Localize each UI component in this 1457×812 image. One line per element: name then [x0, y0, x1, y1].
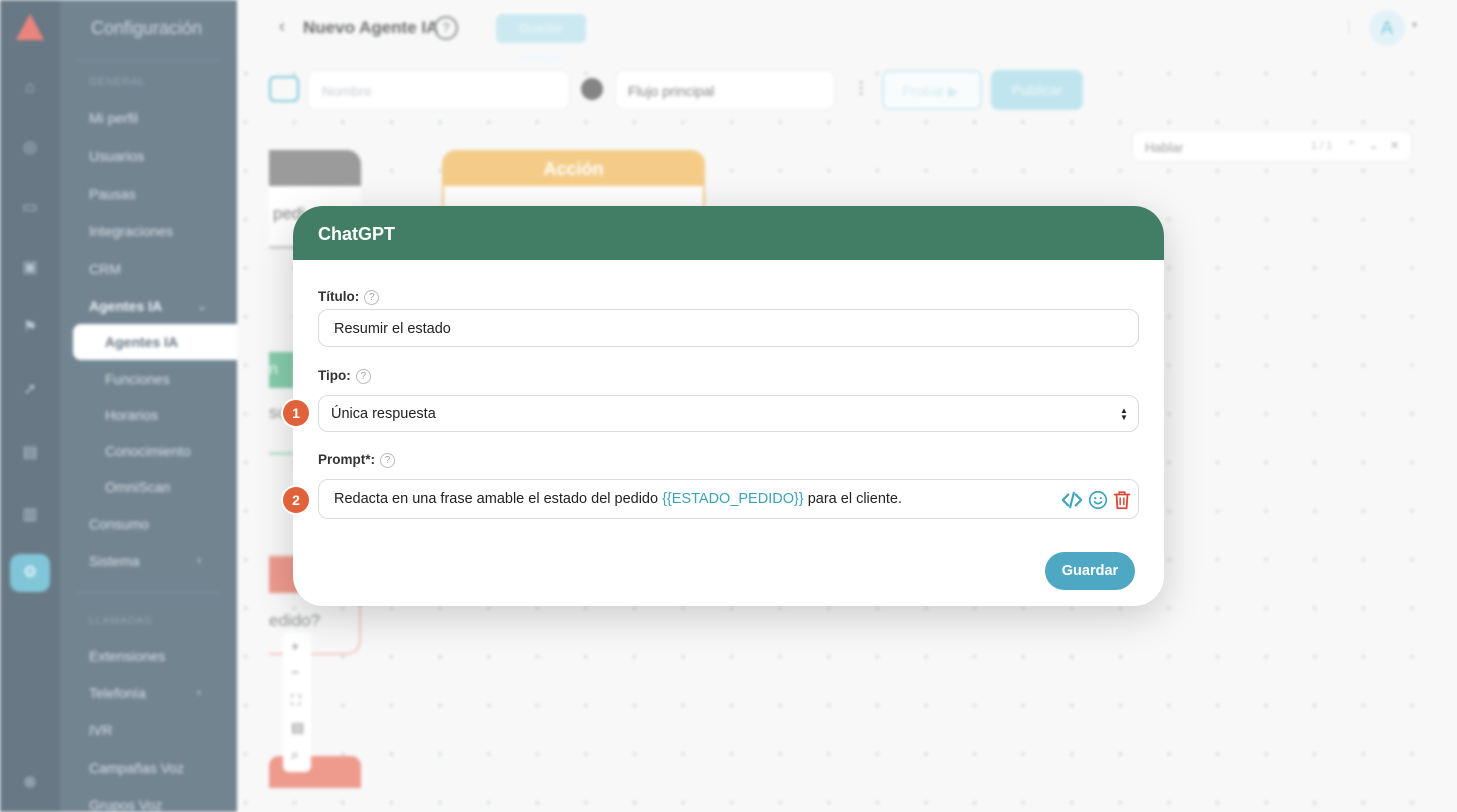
help-circle-icon[interactable]: ? — [380, 453, 395, 468]
chatgpt-modal: ChatGPT Título:? Resumir el estado Tipo:… — [293, 206, 1164, 606]
code-icon[interactable] — [1061, 489, 1083, 511]
help-circle-icon[interactable]: ? — [355, 369, 371, 384]
prompt-text: Redacta en una frase amable el estado de… — [334, 491, 659, 507]
prompt-input[interactable]: Redacta en una frase amable el estado de… — [318, 479, 1139, 519]
titulo-input-value: Resumir el estado — [334, 321, 451, 337]
prompt-variable[interactable]: {{ESTADO_PEDIDO}} — [662, 491, 804, 507]
tipo-label: Tipo:? — [318, 368, 371, 384]
select-arrows-icon: ▲ ▼ — [1120, 406, 1128, 422]
trash-icon[interactable] — [1111, 489, 1133, 511]
tipo-select[interactable]: Única respuesta ▲ ▼ — [318, 395, 1139, 432]
titulo-input[interactable]: Resumir el estado — [318, 309, 1139, 347]
modal-title: ChatGPT — [293, 206, 1164, 260]
emoji-icon[interactable] — [1087, 489, 1109, 511]
help-circle-icon[interactable]: ? — [364, 290, 380, 305]
step-marker-1: 1 — [283, 400, 309, 426]
titulo-label-text: Título: — [318, 289, 360, 304]
titulo-label: Título:? — [318, 289, 380, 305]
save-button[interactable]: Guardar — [1045, 552, 1135, 590]
prompt-label: Prompt*:? — [318, 452, 395, 468]
tipo-label-text: Tipo: — [318, 368, 351, 383]
tipo-select-value: Única respuesta — [331, 406, 436, 422]
prompt-label-text: Prompt*: — [318, 452, 375, 467]
step-marker-2: 2 — [283, 487, 309, 513]
prompt-text-end: para el cliente. — [807, 491, 903, 507]
